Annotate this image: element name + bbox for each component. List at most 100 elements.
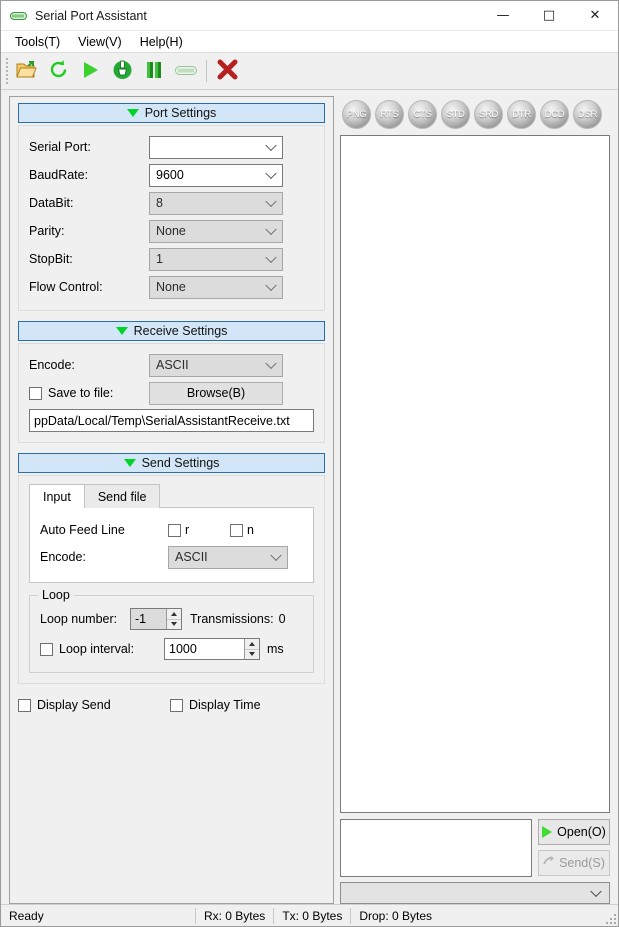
toolbar-refresh-ports[interactable] xyxy=(43,56,73,86)
title-bar: Serial Port Assistant — □ ✕ xyxy=(1,1,618,31)
display-send-checkbox[interactable] xyxy=(18,698,31,712)
display-send-wrap[interactable]: Display Send xyxy=(18,698,170,712)
arrow-down-icon xyxy=(171,622,177,627)
loop-interval-down-button[interactable] xyxy=(245,649,259,659)
display-time-wrap[interactable]: Display Time xyxy=(170,698,261,712)
save-to-file-label: Save to file: xyxy=(48,386,114,400)
status-rx: Rx: 0 Bytes xyxy=(203,908,266,923)
led-dtr[interactable]: DTR xyxy=(507,100,536,129)
toolbar-pause[interactable] xyxy=(139,56,169,86)
loop-interval-up-button[interactable] xyxy=(245,639,259,650)
databit-combo[interactable]: 8 xyxy=(149,191,283,215)
play-icon xyxy=(542,826,553,838)
databit-value: 8 xyxy=(156,196,163,210)
maximize-button[interactable]: □ xyxy=(526,1,572,31)
send-button[interactable]: Send(S) xyxy=(538,850,610,876)
auto-feed-n-wrap[interactable]: n xyxy=(230,523,254,537)
send-text-area[interactable] xyxy=(340,819,532,877)
toolbar-grip[interactable] xyxy=(3,58,10,84)
led-rts[interactable]: RTS xyxy=(375,100,404,129)
tab-send-file[interactable]: Send file xyxy=(83,484,161,508)
auto-feed-r-checkbox[interactable] xyxy=(168,523,181,537)
arrow-up-icon xyxy=(171,611,177,616)
label-parity: Parity: xyxy=(29,224,65,238)
send-buttons: Open(O) Send(S) xyxy=(538,819,610,877)
open-folder-icon xyxy=(15,59,37,84)
triangle-down-icon xyxy=(126,109,139,117)
serial-port-combo[interactable] xyxy=(149,135,283,159)
toolbar-open-file[interactable] xyxy=(11,56,41,86)
chevron-down-icon xyxy=(265,279,277,292)
menu-help[interactable]: Help(H) xyxy=(131,33,192,51)
send-arrow-icon xyxy=(543,856,554,870)
toolbar-device[interactable] xyxy=(171,56,201,86)
send-settings-header[interactable]: Send Settings xyxy=(18,453,325,473)
pause-icon xyxy=(144,60,164,83)
send-history-combo[interactable] xyxy=(340,882,610,904)
receive-encode-combo[interactable]: ASCII xyxy=(149,353,283,377)
row-baudrate: BaudRate: 9600 xyxy=(29,162,314,188)
toolbar-close[interactable] xyxy=(212,56,242,86)
chevron-down-icon xyxy=(265,139,277,152)
receive-file-path-input[interactable]: ppData/Local/Temp\SerialAssistantReceive… xyxy=(29,409,314,432)
transmissions-label: Transmissions: xyxy=(190,612,274,626)
resize-grip[interactable] xyxy=(604,912,616,924)
loop-number-stepper[interactable]: -1 xyxy=(130,608,182,630)
led-srd[interactable]: SRD xyxy=(474,100,503,129)
menu-tools[interactable]: Tools(T) xyxy=(6,33,69,51)
send-row: Open(O) Send(S) xyxy=(340,819,610,877)
receive-settings-header[interactable]: Receive Settings xyxy=(18,321,325,341)
parity-value: None xyxy=(156,224,186,238)
main-body: Port Settings Serial Port: BaudRate: 960… xyxy=(1,90,618,904)
close-button[interactable]: ✕ xyxy=(572,1,618,31)
led-png[interactable]: PNG xyxy=(342,100,371,129)
loop-number-up-button[interactable] xyxy=(167,609,181,620)
clear-broom-icon xyxy=(112,59,133,83)
led-cts[interactable]: CTS xyxy=(408,100,437,129)
port-settings-header[interactable]: Port Settings xyxy=(18,103,325,123)
chevron-down-icon xyxy=(590,885,602,898)
led-dcd[interactable]: DCD xyxy=(540,100,569,129)
auto-feed-r-wrap[interactable]: r xyxy=(168,523,230,537)
label-receive-encode: Encode: xyxy=(29,358,75,372)
loop-interval-stepper-buttons[interactable] xyxy=(244,639,259,659)
row-flow-control: Flow Control: None xyxy=(29,274,314,300)
flow-control-combo[interactable]: None xyxy=(149,275,283,299)
parity-combo[interactable]: None xyxy=(149,219,283,243)
send-encode-value: ASCII xyxy=(175,550,208,564)
row-send-encode: Encode: ASCII xyxy=(40,544,303,570)
label-loop-number: Loop number: xyxy=(40,612,118,626)
receive-text-area[interactable] xyxy=(340,135,610,813)
label-stopbit: StopBit: xyxy=(29,252,73,266)
loop-number-stepper-buttons[interactable] xyxy=(166,609,181,629)
port-settings-title: Port Settings xyxy=(144,106,217,120)
menu-view[interactable]: View(V) xyxy=(69,33,131,51)
minimize-button[interactable]: — xyxy=(480,1,526,31)
display-time-checkbox[interactable] xyxy=(170,698,183,712)
led-std[interactable]: STD xyxy=(441,100,470,129)
loop-interval-stepper[interactable]: 1000 xyxy=(164,638,260,660)
row-stopbit: StopBit: 1 xyxy=(29,246,314,272)
display-time-label: Display Time xyxy=(189,698,261,712)
loop-number-down-button[interactable] xyxy=(167,619,181,629)
tab-input[interactable]: Input xyxy=(29,484,85,508)
toolbar-clear[interactable] xyxy=(107,56,137,86)
send-encode-combo[interactable]: ASCII xyxy=(168,545,288,569)
save-to-file-checkbox-wrap[interactable]: Save to file: xyxy=(29,386,149,400)
toolbar-separator xyxy=(206,60,207,82)
led-dsr[interactable]: DSR xyxy=(573,100,602,129)
loop-interval-checkbox[interactable] xyxy=(40,642,53,656)
baudrate-combo[interactable]: 9600 xyxy=(149,163,283,187)
send-button-label: Send(S) xyxy=(559,856,605,870)
stopbit-combo[interactable]: 1 xyxy=(149,247,283,271)
loop-interval-unit: ms xyxy=(267,642,284,656)
window-title: Serial Port Assistant xyxy=(35,8,147,23)
chevron-down-icon xyxy=(265,167,277,180)
open-port-button[interactable]: Open(O) xyxy=(538,819,610,845)
toolbar-start[interactable] xyxy=(75,56,105,86)
loop-interval-checkbox-wrap[interactable]: Loop interval: xyxy=(40,642,164,656)
send-tab-panel: Auto Feed Line r n Encode: ASCII xyxy=(29,507,314,583)
save-to-file-checkbox[interactable] xyxy=(29,386,42,400)
browse-button[interactable]: Browse(B) xyxy=(149,381,283,405)
auto-feed-n-checkbox[interactable] xyxy=(230,523,243,537)
